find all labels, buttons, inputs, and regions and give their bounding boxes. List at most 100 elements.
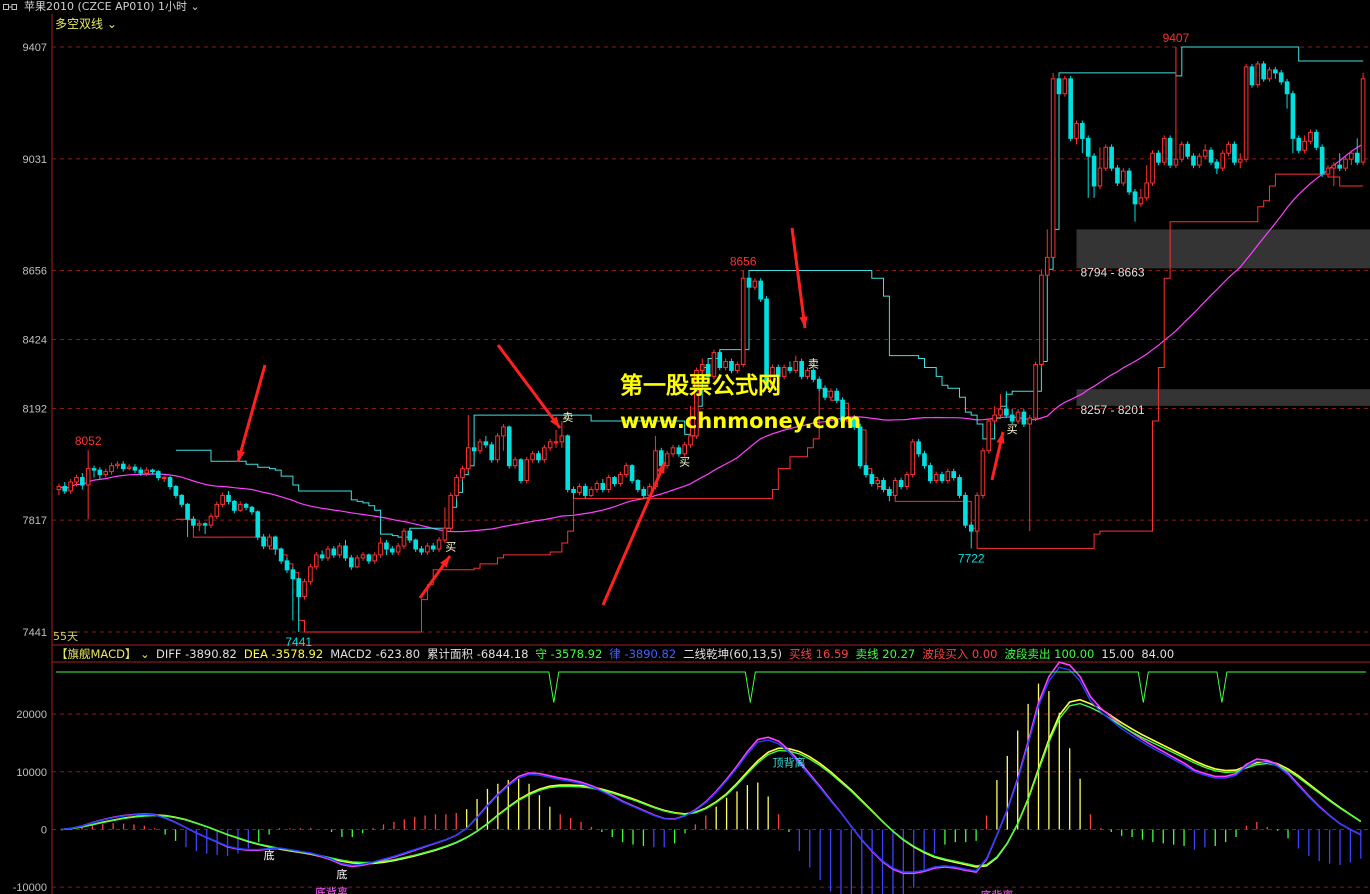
candle-body [208, 515, 214, 526]
candle-body [1144, 182, 1150, 199]
candle-body [1085, 137, 1091, 157]
candle-body [1097, 167, 1103, 187]
candle-body [1354, 152, 1360, 163]
candle-body [805, 369, 810, 377]
candle-body [74, 477, 79, 483]
candle-body [196, 523, 202, 526]
candle-body [161, 477, 167, 480]
candle-body [214, 503, 220, 517]
candle-body [378, 542, 383, 556]
candle-body [138, 469, 144, 474]
candle-body [313, 554, 319, 568]
candle-body [1015, 411, 1021, 422]
candle-body [1027, 417, 1033, 425]
candle-body [243, 503, 249, 508]
candle-body [1267, 69, 1272, 80]
candle-body [249, 506, 255, 513]
candle-body [974, 494, 980, 532]
moving-average-line [58, 143, 1364, 533]
sell-band-line [56, 671, 1366, 703]
price-annotation: 8794 - 8663 [1081, 265, 1145, 279]
price-annotation: 7722 [958, 551, 985, 565]
candle-body [799, 361, 804, 377]
candle-body [144, 469, 149, 474]
candle-body [1331, 164, 1337, 169]
signal-marker: 卖 [808, 357, 819, 370]
candle-body [588, 488, 594, 496]
candle-body [635, 480, 641, 490]
candle-body [629, 465, 635, 482]
candle-body [963, 494, 968, 526]
candle-body [501, 426, 506, 437]
candle-body [892, 480, 898, 496]
candle-body [425, 545, 430, 553]
price-chart[interactable]: 9407 9031 8656 8424 8192 7817 7441 20000 10000 0 -… [0, 0, 1370, 894]
candle-body [1062, 78, 1068, 95]
candle-body [536, 453, 541, 461]
y-tick-label: 8656 [23, 265, 47, 277]
candle-body [758, 280, 764, 300]
guard-line [61, 702, 1362, 867]
candle-body [898, 480, 904, 487]
candle-body [1202, 149, 1208, 157]
candle-body [1126, 170, 1132, 193]
candle-body [553, 441, 559, 444]
candle-body [325, 548, 331, 559]
candle-body [1214, 161, 1220, 169]
divergence-marker: 底 [264, 848, 275, 862]
price-annotation: 8052 [75, 434, 102, 448]
candle-body [781, 366, 787, 377]
candle-body [1056, 78, 1062, 95]
macd-indicator-selector[interactable]: 【旗舰MACD】 ⌄ [56, 646, 150, 662]
candle-body [448, 494, 454, 529]
candle-body [167, 477, 173, 487]
candle-body [968, 524, 974, 532]
candle-body [1290, 93, 1296, 139]
candle-body [1208, 149, 1214, 163]
candle-body [1325, 167, 1331, 175]
candle-body [1161, 137, 1167, 163]
candle-body [1273, 69, 1278, 74]
price-annotation: 8257 - 8201 [1081, 403, 1145, 417]
candle-body [1296, 137, 1302, 151]
annotation-arrow [236, 364, 267, 463]
signal-marker: 买 [1007, 423, 1018, 436]
candle-body [688, 435, 693, 446]
macd-legend-item: 二线乾坤(60,13,5) [683, 647, 783, 661]
candle-body [1009, 414, 1015, 422]
candle-body [1068, 78, 1073, 139]
candle-body [939, 474, 945, 482]
y-tick-label: 7817 [23, 515, 47, 527]
candle-body [132, 466, 138, 471]
candle-body [255, 511, 261, 538]
candle-body [156, 471, 161, 479]
candle-body [150, 469, 155, 473]
candle-body [232, 500, 237, 511]
y-tick-label: 8424 [23, 335, 47, 347]
candle-body [565, 435, 571, 490]
price-annotation: 8656 [730, 254, 757, 268]
candle-body [834, 390, 840, 401]
macd-y-tick-label: 0 [41, 824, 47, 836]
candle-body [618, 474, 623, 485]
candle-body [577, 485, 582, 493]
candle-body [664, 453, 670, 467]
candle-body [1284, 81, 1290, 95]
candle-body [91, 468, 97, 471]
candle-body [1337, 164, 1342, 169]
candle-body [284, 560, 290, 571]
candle-body [828, 390, 834, 398]
candle-body [881, 480, 886, 490]
candle-body [1004, 408, 1009, 416]
candle-body [1226, 143, 1231, 154]
candle-body [945, 471, 951, 482]
candle-body [1255, 63, 1261, 86]
candle-body [331, 548, 337, 556]
divergence-marker: 顶背离 [772, 755, 805, 769]
candle-body [1232, 143, 1237, 163]
candle-body [389, 548, 395, 553]
candle-body [384, 542, 389, 550]
candle-body [115, 463, 120, 467]
candle-body [349, 557, 354, 568]
candle-body [173, 485, 179, 496]
